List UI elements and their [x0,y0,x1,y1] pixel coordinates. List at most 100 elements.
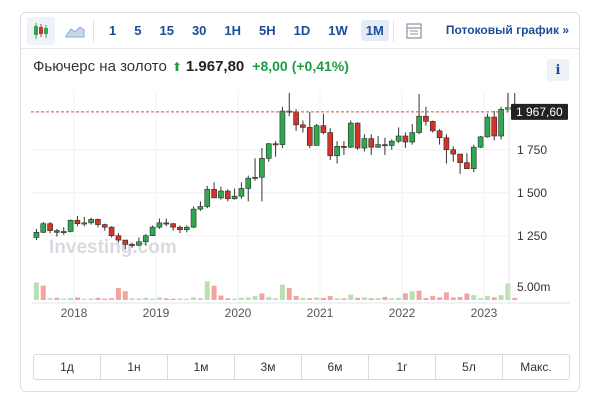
price-chart[interactable]: Investing.com 1 750 1 500 1 250 1 967,60 5.00… [21,13,579,351]
candle-body [74,219,81,225]
candle-body [129,244,135,246]
volume-scale-label: 5.00m [517,280,550,294]
volume-bar [341,298,347,300]
candle-body [218,190,224,199]
candle-body [231,195,238,200]
volume-bar [409,291,415,300]
volume-bar [184,298,190,300]
candle-body [498,109,504,137]
candle-body [88,219,94,224]
period-selector: 1д 1н 1м 3м 6м 1г 5л Макс. [33,354,570,380]
volume-bar [423,298,429,300]
volume-bar [450,297,456,300]
period-button-6[interactable]: 5л [436,355,503,379]
period-button-7[interactable]: Макс. [503,355,569,379]
volume-bar [81,298,87,300]
candle-body [334,146,340,157]
volume-bar [478,298,484,300]
candle-body [101,224,108,228]
volume-bar [416,290,422,300]
candle-body [60,231,67,233]
candle-body [142,235,149,243]
x-tick-label: 2022 [389,306,416,320]
candle-body [224,190,231,200]
volume-bar [109,298,115,300]
volume-bar [191,297,197,300]
candle-body [170,223,176,228]
candle-body [505,107,511,110]
period-button-0[interactable]: 1д [34,355,101,379]
volume-bar [361,297,367,300]
volume-bar [443,292,449,300]
candle-body [477,136,484,148]
candle-body [67,219,74,232]
volume-bar [348,294,354,300]
volume-bar [402,293,408,300]
candle-body [211,189,217,199]
candle-body [327,132,334,157]
candle-body [265,143,272,159]
candle-body [293,111,299,126]
period-button-1[interactable]: 1н [101,355,168,379]
candle-body [409,132,416,143]
volume-bar [156,297,162,300]
volume-bar [74,297,80,300]
candle-body [259,158,265,178]
candle-body [122,239,129,245]
volume-bar [437,297,443,300]
candle-body [204,189,211,207]
candle-body [272,143,279,146]
volume-bar [143,297,149,300]
volume-bar [320,298,326,300]
candle-body [402,135,409,143]
volume-bar [40,285,46,300]
volume-bar [300,297,306,300]
candle-body [484,116,491,138]
y-tick-label: 1 500 [517,186,547,200]
candle-body [197,206,204,210]
candle-body [416,115,422,133]
period-button-2[interactable]: 1м [168,355,235,379]
candle-body [47,223,53,231]
volume-bar [512,297,518,300]
candle-body [252,176,258,179]
candle-body [320,125,327,133]
volume-bar [204,281,210,300]
candle-body [245,177,252,189]
volume-bar [197,298,203,300]
volume-bar [95,297,101,300]
volume-bar [279,284,285,300]
x-tick-label: 2019 [143,306,170,320]
y-tick-label: 1 250 [517,229,547,243]
volume-bar [88,298,94,300]
volume-bar [382,296,388,300]
candle-body [368,138,375,148]
volume-bar [471,295,477,300]
period-button-5[interactable]: 1г [369,355,436,379]
x-tick-label: 2021 [307,306,334,320]
volume-bar [122,291,128,300]
candle-body [491,116,498,137]
volume-bar [396,297,402,300]
watermark-text: Investing.com [49,237,177,258]
candle-body [163,222,170,225]
current-price-label: 1 967,60 [516,105,563,119]
volume-bar [293,296,299,300]
candle-body [136,241,142,246]
period-button-4[interactable]: 6м [302,355,369,379]
candle-body [429,121,436,132]
volume-bar [327,296,333,300]
candle-body [361,138,368,149]
volume-bar [491,297,497,300]
candle-body [347,122,354,148]
volume-bar [505,283,511,300]
candle-body [382,144,388,147]
volume-bar [307,298,313,300]
candle-body [40,223,47,233]
volume-bar [177,298,183,300]
x-tick-label: 2018 [61,306,88,320]
volume-bar [33,282,39,300]
period-button-3[interactable]: 3м [235,355,302,379]
volume-bar [286,287,292,300]
candle-body [108,226,115,237]
